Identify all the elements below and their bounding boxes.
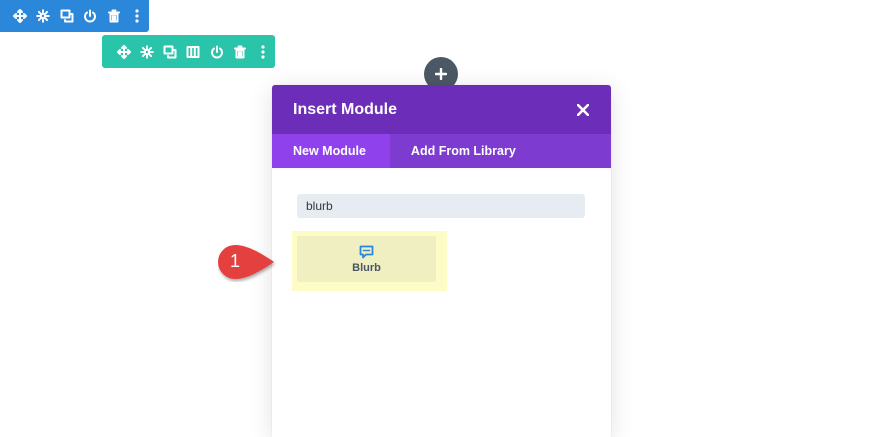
duplicate-icon[interactable] bbox=[55, 4, 79, 28]
trash-icon[interactable] bbox=[228, 40, 251, 64]
row-toolbar bbox=[102, 35, 275, 68]
plus-icon bbox=[435, 68, 447, 80]
more-icon[interactable] bbox=[252, 40, 275, 64]
blurb-module-button[interactable]: Blurb bbox=[297, 236, 436, 282]
close-icon bbox=[577, 103, 589, 116]
close-button[interactable] bbox=[575, 102, 591, 118]
gear-icon[interactable] bbox=[135, 40, 158, 64]
power-icon[interactable] bbox=[79, 4, 103, 28]
power-icon[interactable] bbox=[205, 40, 228, 64]
trash-icon[interactable] bbox=[102, 4, 126, 28]
modal-header: Insert Module bbox=[272, 85, 611, 134]
blurb-icon bbox=[359, 245, 374, 259]
modal-title: Insert Module bbox=[293, 100, 398, 118]
move-icon[interactable] bbox=[112, 40, 135, 64]
module-search-input[interactable]: blurb bbox=[297, 194, 585, 218]
duplicate-icon[interactable] bbox=[159, 40, 182, 64]
tab-new-module[interactable]: New Module bbox=[272, 134, 390, 168]
tab-add-from-library[interactable]: Add From Library bbox=[390, 134, 536, 168]
blurb-label: Blurb bbox=[352, 261, 381, 274]
section-toolbar bbox=[0, 0, 149, 32]
step-number: 1 bbox=[229, 251, 240, 271]
columns-icon[interactable] bbox=[182, 40, 205, 64]
gear-icon[interactable] bbox=[32, 4, 56, 28]
move-icon[interactable] bbox=[8, 4, 32, 28]
more-icon[interactable] bbox=[126, 4, 150, 28]
modal-tabs: New Module Add From Library bbox=[272, 134, 611, 168]
